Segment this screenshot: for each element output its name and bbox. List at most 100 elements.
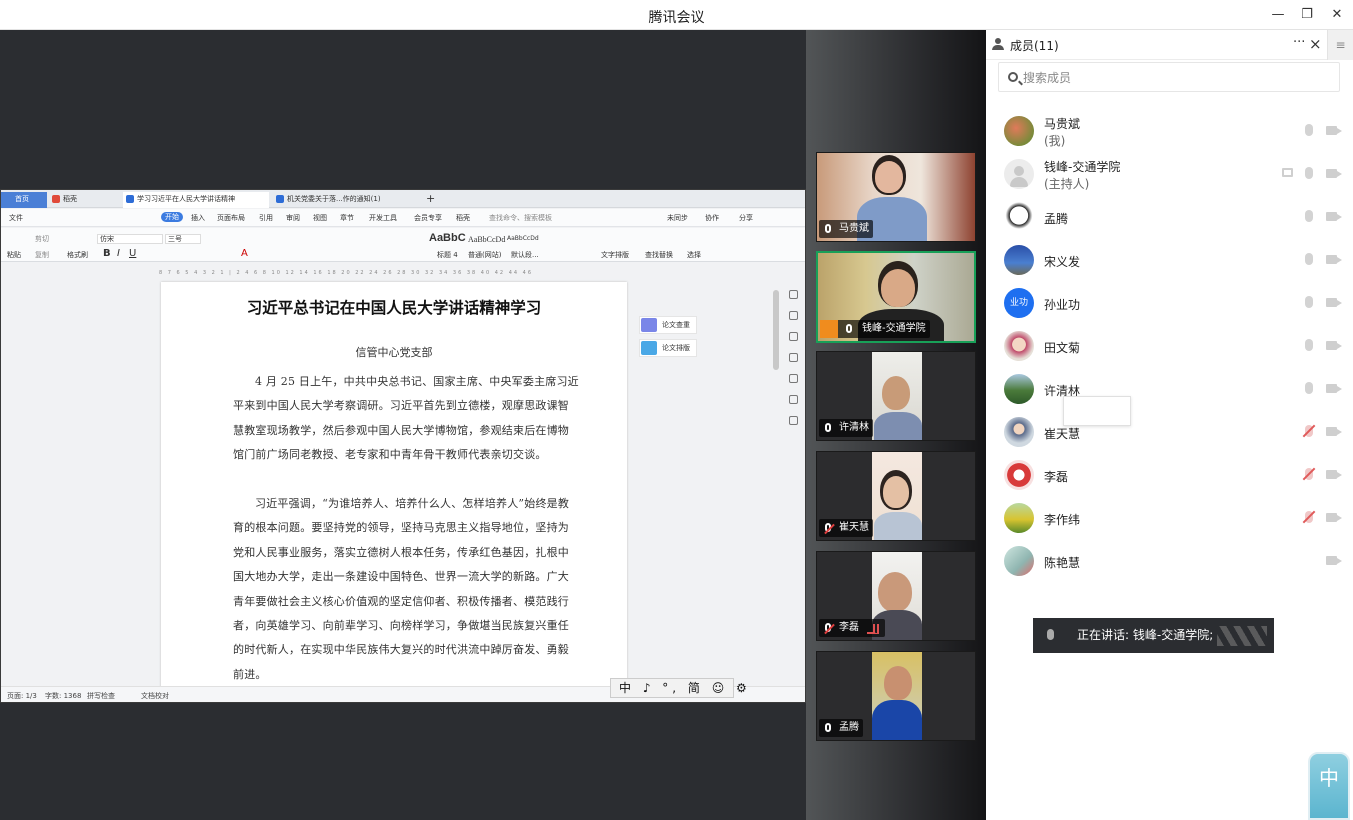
menu-insert[interactable]: 插入	[191, 213, 205, 223]
underline-button[interactable]: U	[129, 248, 136, 259]
mic-icon[interactable]	[1305, 296, 1313, 308]
member-item[interactable]: 李磊	[986, 454, 1353, 496]
select-button[interactable]: 选择	[687, 250, 701, 260]
sync-status[interactable]: 未同步	[667, 213, 688, 223]
member-search-input[interactable]	[1023, 69, 1323, 87]
location-icon[interactable]	[789, 416, 798, 425]
video-tile[interactable]: 崔天慧	[816, 451, 976, 541]
menu-home[interactable]: 开始	[161, 212, 183, 222]
font-color-button[interactable]: A	[241, 248, 248, 259]
cursor-icon[interactable]	[789, 332, 798, 341]
ime-toolbar[interactable]: 中 ♪ °, 简 ☺ ⚙	[610, 678, 747, 698]
camera-icon[interactable]	[1326, 169, 1342, 178]
menu-dev-tools[interactable]: 开发工具	[369, 213, 397, 223]
member-item[interactable]: 马贵斌 (我)	[986, 110, 1353, 152]
camera-icon[interactable]	[1326, 341, 1342, 350]
mic-icon[interactable]	[1305, 339, 1313, 351]
bold-button[interactable]: B	[103, 248, 111, 259]
video-tile[interactable]: 李磊	[816, 551, 976, 641]
mic-icon	[825, 423, 831, 432]
member-item[interactable]: 崔天慧	[986, 411, 1353, 453]
pen-icon[interactable]	[789, 311, 798, 320]
paste-button[interactable]: 粘贴	[7, 250, 21, 260]
wps-tab-doc2[interactable]: 机关党委关于落...作的通知(1)	[273, 192, 415, 208]
camera-icon[interactable]	[1326, 556, 1342, 565]
minimize-icon[interactable]: —	[1267, 5, 1289, 25]
plagiarism-check-button[interactable]: 论文查重	[639, 316, 697, 334]
share-icon[interactable]	[789, 395, 798, 404]
member-item[interactable]: 李作纬	[986, 497, 1353, 539]
camera-icon[interactable]	[1326, 427, 1342, 436]
italic-button[interactable]: I	[117, 248, 120, 259]
member-search[interactable]	[998, 62, 1340, 92]
settings-icon[interactable]	[789, 353, 798, 362]
menu-layout[interactable]: 页面布局	[217, 213, 245, 223]
video-tile[interactable]: 许清林	[816, 351, 976, 441]
video-tile-active[interactable]: 钱峰-交通学院	[816, 251, 976, 343]
camera-icon[interactable]	[1326, 126, 1342, 135]
mic-muted-icon[interactable]	[1305, 468, 1313, 480]
style-icon[interactable]	[789, 290, 798, 299]
mic-icon[interactable]	[1305, 167, 1313, 179]
menu-member[interactable]: 会员专享	[414, 213, 442, 223]
style-default-label: 默认段...	[511, 251, 539, 259]
help-icon[interactable]	[789, 374, 798, 383]
video-tile[interactable]: 马贵斌	[816, 152, 976, 242]
cut-button[interactable]: 剪切	[35, 234, 49, 244]
more-options-icon[interactable]: ···	[1293, 35, 1305, 50]
camera-icon[interactable]	[1326, 212, 1342, 221]
member-item[interactable]: 陈艳慧	[986, 540, 1353, 582]
menu-view[interactable]: 视图	[313, 213, 327, 223]
camera-icon[interactable]	[1326, 255, 1342, 264]
camera-icon[interactable]	[1326, 298, 1342, 307]
paper-format-button[interactable]: 论文排版	[639, 339, 697, 357]
font-size-select[interactable]: 三号	[165, 234, 201, 244]
mic-icon[interactable]	[1305, 210, 1313, 222]
menu-section[interactable]: 章节	[340, 213, 354, 223]
style-normal-web[interactable]: AaBbCcDd	[468, 235, 505, 244]
mic-icon[interactable]	[1305, 382, 1313, 394]
member-item[interactable]: 业功 孙业功	[986, 282, 1353, 324]
text-layout-button[interactable]: 文字排版	[601, 250, 629, 260]
video-tile-label: 马贵斌	[819, 220, 873, 238]
member-item[interactable]: 钱峰-交通学院 (主持人)	[986, 153, 1353, 195]
member-item[interactable]: 田文菊	[986, 325, 1353, 367]
mic-icon[interactable]	[1305, 253, 1313, 265]
document-scrollbar[interactable]	[773, 290, 779, 370]
camera-icon[interactable]	[1326, 384, 1342, 393]
command-search[interactable]: 查找命令、搜索模板	[489, 213, 552, 223]
member-item[interactable]: 许清林	[986, 368, 1353, 410]
font-select[interactable]: 仿宋	[97, 234, 163, 244]
copy-button[interactable]: 复制	[35, 250, 49, 260]
camera-icon[interactable]	[1326, 470, 1342, 479]
style-heading4[interactable]: AaBbC	[429, 232, 466, 244]
format-painter-button[interactable]: 格式刷	[67, 250, 88, 260]
menu-reference[interactable]: 引用	[259, 213, 273, 223]
share-button[interactable]: 分享	[739, 213, 753, 223]
wps-tab-home[interactable]: 首页	[1, 192, 47, 208]
spell-check-button[interactable]: 拼写检查	[87, 691, 115, 701]
maximize-icon[interactable]: ❐	[1296, 5, 1318, 25]
wps-tab-docer[interactable]: 稻壳	[49, 192, 119, 208]
close-icon[interactable]: ✕	[1326, 5, 1348, 25]
close-panel-icon[interactable]: ×	[1309, 35, 1322, 53]
panel-menu-icon[interactable]: ≡	[1327, 30, 1353, 60]
menu-review[interactable]: 审阅	[286, 213, 300, 223]
mic-icon[interactable]	[1305, 124, 1313, 136]
member-item[interactable]: 宋义发	[986, 239, 1353, 281]
wps-tab-active-doc[interactable]: 学习习近平在人民大学讲话精神	[123, 192, 269, 208]
mic-muted-icon[interactable]	[1305, 511, 1313, 523]
new-tab-button[interactable]: +	[423, 192, 437, 208]
menu-file[interactable]: 文件	[9, 213, 23, 223]
mic-muted-icon[interactable]	[1305, 425, 1313, 437]
ime-float-widget[interactable]: 中	[1308, 752, 1350, 820]
camera-icon[interactable]	[1326, 513, 1342, 522]
proofread-button[interactable]: 文档校对	[141, 691, 169, 701]
member-name: 李磊	[1044, 470, 1069, 484]
menu-docer[interactable]: 稻壳	[456, 213, 470, 223]
member-item[interactable]: 孟腾	[986, 196, 1353, 238]
collab-button[interactable]: 协作	[705, 213, 719, 223]
style-default[interactable]: AaBbCcDd	[507, 235, 539, 242]
video-tile[interactable]: 孟腾	[816, 651, 976, 741]
find-replace-button[interactable]: 查找替换	[645, 250, 673, 260]
